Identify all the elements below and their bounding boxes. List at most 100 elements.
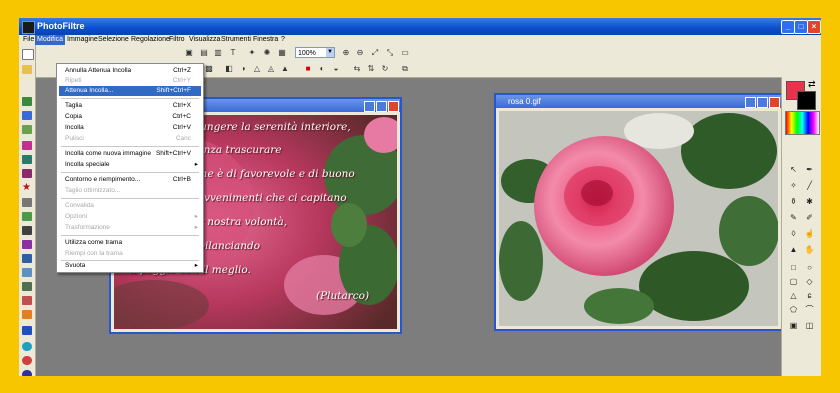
ellipse-icon[interactable]: ○ (804, 263, 815, 273)
menu-modifica[interactable]: Modifica (35, 35, 66, 45)
plugin-icon[interactable]: ✦ (247, 48, 257, 58)
zoom-select[interactable]: 100% ▼ (295, 47, 335, 58)
doc-maximize-button[interactable] (376, 101, 387, 112)
eyedropper-icon[interactable]: ✒ (804, 165, 815, 175)
background-color-swatch[interactable] (797, 91, 816, 110)
contrast-icon[interactable]: ◧ (224, 64, 234, 74)
minimize-button[interactable]: _ (781, 20, 795, 34)
doc-minimize-button[interactable] (364, 101, 375, 112)
swap-colors-icon[interactable]: ⇄ (808, 79, 816, 90)
doc-maximize-button[interactable] (757, 97, 768, 108)
magic-wand-icon[interactable]: ✧ (788, 181, 799, 191)
list-icon[interactable] (22, 282, 32, 291)
menu-filtro[interactable]: Filtro (167, 35, 187, 45)
clone-icon[interactable]: ✋ (804, 245, 815, 255)
triangle-icon[interactable]: △ (788, 291, 799, 301)
menu-item-taglio-ottimizzato[interactable]: Taglio ottimizzato... (59, 186, 201, 196)
menu-item-taglia[interactable]: Taglia Ctrl+X (59, 101, 201, 111)
menu-finestra[interactable]: Finestra (251, 35, 280, 45)
menu-item-incolla-speciale[interactable]: Incolla speciale ▸ (59, 160, 201, 170)
new-file-icon[interactable] (22, 49, 34, 60)
doc-close-button[interactable] (388, 101, 399, 112)
image-size-icon[interactable]: ▣ (184, 48, 194, 58)
sharpen-icon[interactable]: △ (252, 64, 262, 74)
menu-item-riempi-trama[interactable]: Riempi con la trama (59, 249, 201, 259)
effects-icon[interactable] (22, 169, 32, 178)
stamp-icon[interactable]: ▲ (788, 245, 799, 255)
menu-item-attenua-incolla[interactable]: Attenua Incolla... Shift+Ctrl+F (59, 86, 201, 96)
rounded-rect-icon[interactable]: ▢ (788, 277, 799, 287)
menu-item-incolla-nuova[interactable]: Incolla come nuova immagine Shift+Ctrl+V (59, 149, 201, 159)
transform-icon[interactable]: ⧉ (400, 64, 410, 74)
camera-icon[interactable] (22, 155, 32, 164)
fit-screen-icon[interactable]: ⤢ (370, 48, 380, 58)
window-icon[interactable]: ▦ (277, 48, 287, 58)
menu-regolazione[interactable]: Regolazione (129, 35, 172, 45)
selection-mode-icon[interactable]: ▣ (788, 321, 799, 331)
polygon-icon[interactable]: ⬠ (788, 305, 799, 315)
menu-item-contorno[interactable]: Contorno e riempimento... Ctrl+B (59, 175, 201, 185)
advanced-brush-icon[interactable]: ✐ (804, 213, 815, 223)
purple-square-icon[interactable] (22, 240, 32, 249)
rose-image[interactable] (499, 111, 778, 326)
document-window-rose[interactable]: rosa 0.gif (494, 93, 783, 331)
menu-help[interactable]: ? (279, 35, 287, 45)
brush-icon[interactable]: ✎ (788, 213, 799, 223)
resize-icon[interactable] (22, 111, 32, 120)
text-icon[interactable]: T (228, 48, 238, 58)
chevron-down-icon[interactable]: ▼ (326, 48, 334, 57)
document-title-bar[interactable]: rosa 0.gif (496, 95, 781, 108)
formula-icon[interactable] (22, 254, 32, 263)
fill-bucket-icon[interactable]: ⚱ (788, 197, 799, 207)
menu-immagine[interactable]: Immagine (65, 35, 100, 45)
orange-square-icon[interactable] (22, 310, 32, 319)
pattern-icon[interactable] (22, 268, 32, 277)
mask-icon[interactable] (22, 226, 32, 235)
menu-item-utilizza-trama[interactable]: Utilizza come trama (59, 238, 201, 248)
title-bar[interactable]: PhotoFiltre _ □ × (19, 18, 821, 35)
frame-icon[interactable] (22, 141, 32, 150)
doc-minimize-button[interactable] (745, 97, 756, 108)
menu-strumenti[interactable]: Strumenti (219, 35, 253, 45)
texture-icon[interactable] (22, 296, 32, 305)
filter-blur-icon[interactable]: ▩ (204, 64, 214, 74)
flip-horizontal-icon[interactable]: ⇆ (352, 64, 362, 74)
rotate-icon[interactable]: ↻ (380, 64, 390, 74)
menu-item-incolla[interactable]: Incolla Ctrl+V (59, 123, 201, 133)
doc-close-button[interactable] (769, 97, 780, 108)
menu-selezione[interactable]: Selezione (96, 35, 131, 45)
levels-icon[interactable]: ▲ (280, 64, 290, 74)
line-icon[interactable]: ╱ (804, 181, 815, 191)
color-palette[interactable] (785, 111, 820, 135)
menu-item-copia[interactable]: Copia Ctrl+C (59, 112, 201, 122)
close-button[interactable]: × (807, 20, 821, 34)
invert-selection-icon[interactable]: ◫ (804, 321, 815, 331)
full-screen-icon[interactable]: ▭ (400, 48, 410, 58)
pointer-icon[interactable]: ↖ (788, 165, 799, 175)
gamma-icon[interactable]: ◒ (331, 64, 341, 74)
paint-icon[interactable] (22, 198, 32, 207)
menu-item-opzioni[interactable]: Opzioni ▸ (59, 212, 201, 222)
canvas-size-icon[interactable]: ▤ (199, 48, 209, 58)
circles-icon[interactable] (22, 356, 32, 365)
smudge-icon[interactable]: ☝ (804, 229, 815, 239)
menu-item-pulisci[interactable]: Pulisci Canc (59, 134, 201, 144)
zoom-in-icon[interactable]: ⊕ (341, 48, 351, 58)
actual-size-icon[interactable]: ⤡ (385, 48, 395, 58)
open-file-icon[interactable] (22, 65, 32, 74)
color-balance-icon[interactable]: ■ (303, 64, 313, 74)
layer-icon[interactable] (22, 97, 32, 106)
soften-icon[interactable]: ◬ (266, 64, 276, 74)
brightness-icon[interactable]: ◑ (238, 64, 248, 74)
image-icon[interactable] (22, 125, 32, 134)
star-icon[interactable]: ★ (22, 183, 32, 193)
globe-icon[interactable] (22, 342, 32, 351)
mountain-icon[interactable] (22, 326, 32, 335)
flip-vertical-icon[interactable]: ⇅ (366, 64, 376, 74)
lasso-icon[interactable]: ɕ (804, 291, 815, 301)
maximize-button[interactable]: □ (794, 20, 808, 34)
blur-drop-icon[interactable]: ◊ (788, 229, 799, 239)
rectangle-icon[interactable]: □ (788, 263, 799, 273)
zoom-out-icon[interactable]: ⊖ (355, 48, 365, 58)
spray-icon[interactable]: ✱ (804, 197, 815, 207)
